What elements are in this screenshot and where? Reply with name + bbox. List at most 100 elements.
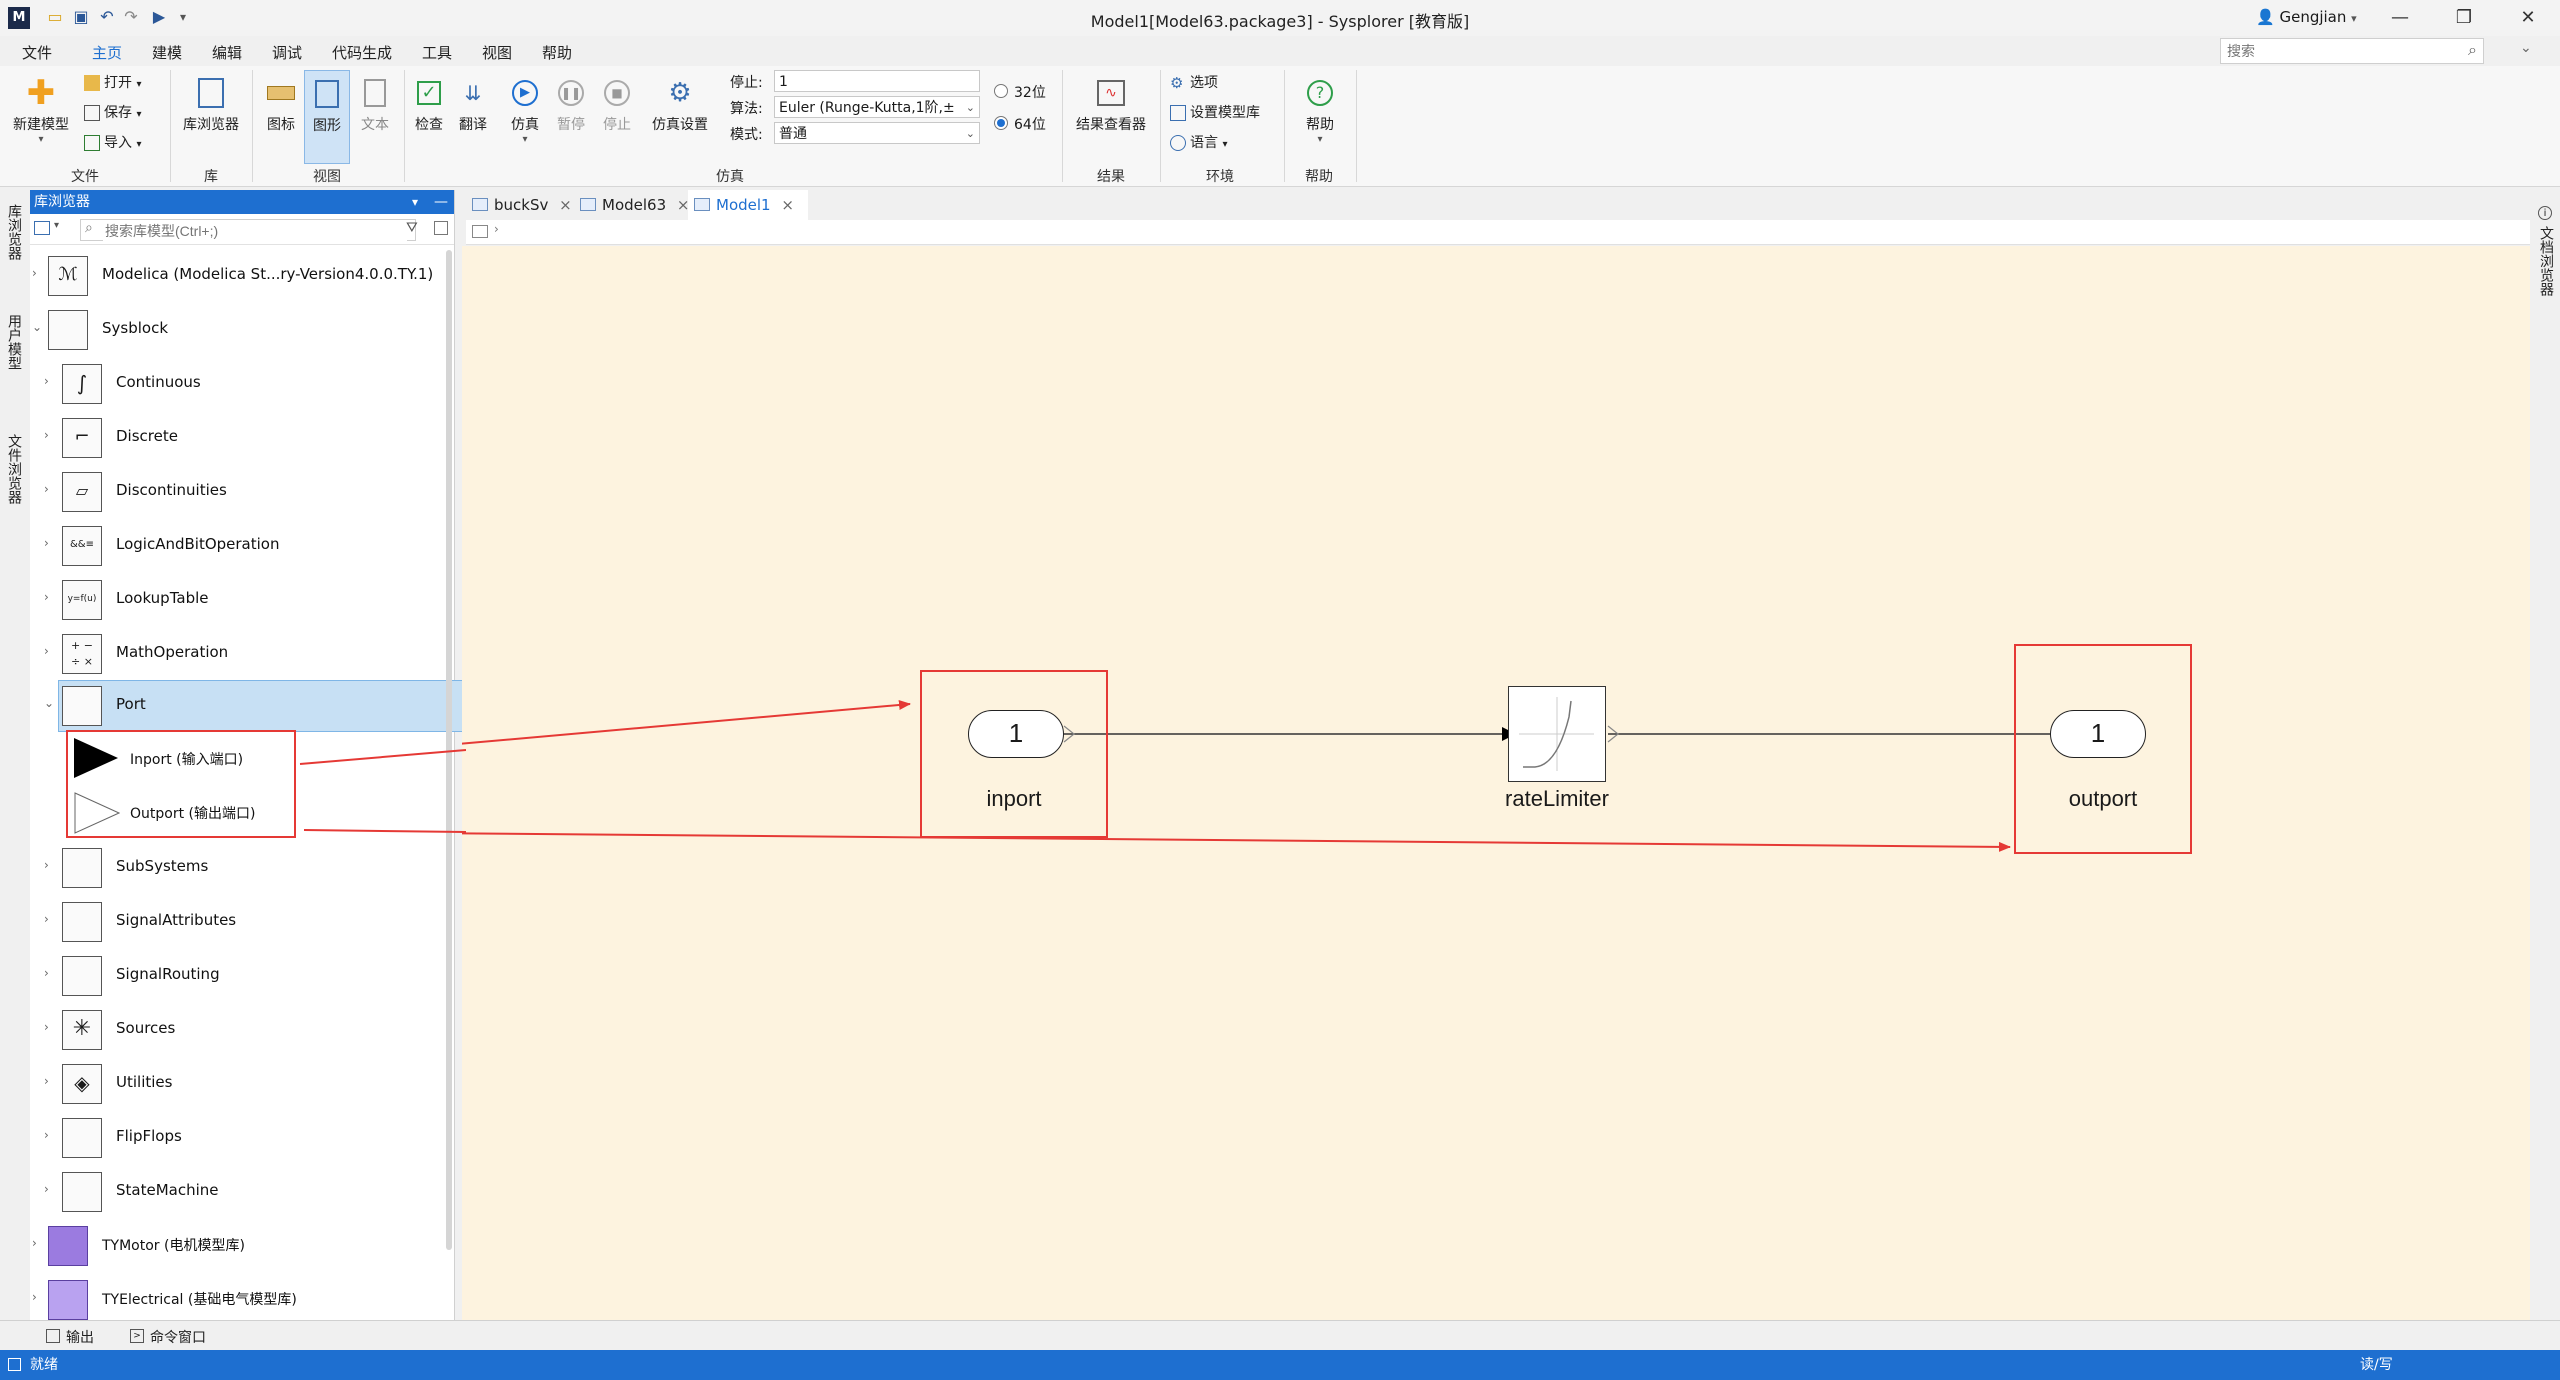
tree-item-sysblock[interactable]: ⌄ Sysblock bbox=[30, 302, 440, 354]
minimize-panel-icon[interactable]: — bbox=[434, 190, 448, 214]
menu-tools[interactable]: 工具 bbox=[422, 42, 452, 63]
language-button[interactable]: 语言 ▾ bbox=[1170, 132, 1227, 154]
menu-modeling[interactable]: 建模 bbox=[152, 42, 182, 63]
expand-arrow-icon[interactable]: › bbox=[44, 374, 49, 388]
annotation-arrow-start bbox=[299, 749, 466, 765]
expand-arrow-icon[interactable]: › bbox=[44, 1020, 49, 1034]
side-tab-file-browser[interactable]: 文件浏览器 bbox=[4, 434, 24, 504]
menu-home[interactable]: 主页 bbox=[87, 42, 127, 69]
expand-arrow-icon[interactable]: › bbox=[44, 858, 49, 872]
model-icon[interactable] bbox=[472, 225, 488, 238]
menu-view[interactable]: 视图 bbox=[482, 42, 512, 63]
minimize-button[interactable]: — bbox=[2370, 0, 2430, 36]
pause-button[interactable]: ❚❚ 暂停 bbox=[550, 76, 592, 134]
library-search-input[interactable] bbox=[103, 221, 407, 241]
expand-arrow-icon[interactable]: › bbox=[32, 1236, 37, 1250]
inport-block[interactable]: 1 bbox=[968, 710, 1064, 758]
side-tab-library-browser[interactable]: 库浏览器 bbox=[4, 204, 24, 260]
expand-arrow-icon[interactable]: › bbox=[32, 266, 37, 280]
menu-debug[interactable]: 调试 bbox=[272, 42, 302, 63]
icon-view-button[interactable]: 图标 bbox=[258, 76, 304, 134]
expand-arrow-icon[interactable]: › bbox=[44, 644, 49, 658]
mode-select[interactable]: 普通 ⌄ bbox=[774, 122, 980, 144]
tab-model63[interactable]: Model63 × bbox=[574, 190, 702, 220]
expand-arrow-icon[interactable]: › bbox=[44, 590, 49, 604]
tree-item-logic[interactable]: › &&≡ LogicAndBitOperation bbox=[30, 518, 440, 570]
tab-close-icon[interactable]: × bbox=[559, 196, 572, 214]
user-menu[interactable]: 👤 Gengjian ▾ bbox=[2256, 8, 2357, 26]
expand-arrow-icon[interactable]: › bbox=[44, 966, 49, 980]
tree-item-flipflops[interactable]: › FlipFlops bbox=[30, 1110, 440, 1162]
menu-help[interactable]: 帮助 bbox=[542, 42, 572, 63]
filter-icon[interactable]: ⛛ bbox=[406, 220, 418, 236]
tree-item-tyelectrical[interactable]: › TYElectrical (基础电气模型库) bbox=[30, 1272, 440, 1324]
tab-close-icon[interactable]: × bbox=[781, 196, 794, 214]
help-button[interactable]: ? 帮助 ▾ bbox=[1290, 76, 1350, 145]
menu-codegen[interactable]: 代码生成 bbox=[332, 42, 392, 63]
outport-block[interactable]: 1 bbox=[2050, 710, 2146, 758]
text-view-button[interactable]: 文本 bbox=[352, 76, 398, 134]
chevron-down-icon[interactable]: ▾ bbox=[412, 190, 418, 214]
open-button[interactable]: 打开 ▾ bbox=[84, 72, 141, 94]
tab-output[interactable]: 输出 bbox=[66, 1327, 94, 1347]
save-button[interactable]: 保存 ▾ bbox=[84, 102, 141, 124]
maximize-button[interactable]: ❐ bbox=[2434, 0, 2494, 36]
expand-arrow-icon[interactable]: › bbox=[32, 1290, 37, 1304]
search-input[interactable] bbox=[2221, 39, 2449, 63]
expand-arrow-icon[interactable]: › bbox=[44, 912, 49, 926]
translate-button[interactable]: ⇊ 翻译 bbox=[452, 76, 494, 134]
side-tab-user-models[interactable]: 用户模型 bbox=[4, 314, 24, 370]
import-button[interactable]: 导入 ▾ bbox=[84, 132, 141, 154]
tree-item-signal-routing[interactable]: › SignalRouting bbox=[30, 948, 440, 1000]
tree-item-port[interactable]: ⌄ Port bbox=[30, 678, 468, 732]
menu-file[interactable]: 文件 bbox=[22, 42, 52, 63]
set-library-button[interactable]: 设置模型库 bbox=[1170, 102, 1260, 124]
bit32-radio[interactable] bbox=[994, 84, 1008, 98]
tree-item-state-machine[interactable]: › StateMachine bbox=[30, 1164, 440, 1216]
tab-command-window[interactable]: 命令窗口 bbox=[150, 1327, 206, 1347]
close-button[interactable]: ✕ bbox=[2498, 0, 2558, 36]
diagram-canvas[interactable]: 1 inport rateLimiter 1 outport bbox=[462, 246, 2530, 1320]
diagram-view-button[interactable]: 图形 bbox=[304, 70, 350, 164]
search-icon[interactable]: ⌕ bbox=[2468, 40, 2477, 60]
expand-arrow-icon[interactable]: › bbox=[44, 428, 49, 442]
ratelimiter-block[interactable] bbox=[1508, 686, 1606, 782]
expand-arrow-icon[interactable]: ⌄ bbox=[44, 696, 54, 710]
library-browser-button[interactable]: 库浏览器 bbox=[176, 76, 246, 134]
tree-item-utilities[interactable]: › ◈ Utilities bbox=[30, 1056, 440, 1108]
tree-item-signal-attributes[interactable]: › SignalAttributes bbox=[30, 894, 440, 946]
tree-item-sources[interactable]: › ✳ Sources bbox=[30, 1002, 440, 1054]
tree-item-tymotor[interactable]: › TYMotor (电机模型库) bbox=[30, 1218, 440, 1270]
side-tab-doc-browser[interactable]: 文档浏览器 bbox=[2536, 226, 2556, 296]
expand-arrow-icon[interactable]: › bbox=[44, 1182, 49, 1196]
expand-arrow-icon[interactable]: › bbox=[44, 1128, 49, 1142]
chevron-down-icon[interactable]: ▾ bbox=[54, 220, 59, 231]
expand-arrow-icon[interactable]: › bbox=[44, 482, 49, 496]
tree-item-discontinuities[interactable]: › ⏥ Discontinuities bbox=[30, 464, 440, 516]
stop-time-input[interactable]: 1 bbox=[774, 70, 980, 92]
tree-item-math-operation[interactable]: › + − ÷ × MathOperation bbox=[30, 626, 440, 678]
new-model-button[interactable]: ✚ 新建模型 ▾ bbox=[6, 76, 76, 145]
expand-arrow-icon[interactable]: ⌄ bbox=[32, 320, 42, 334]
expand-arrow-icon[interactable]: › bbox=[44, 536, 49, 550]
tree-item-continuous[interactable]: › ∫ Continuous bbox=[30, 356, 440, 408]
bit64-radio[interactable] bbox=[994, 116, 1008, 130]
tree-item-discrete[interactable]: › ⌐ Discrete bbox=[30, 410, 440, 462]
collapse-all-icon[interactable] bbox=[434, 221, 448, 235]
check-button[interactable]: ✓ 检查 bbox=[408, 76, 450, 134]
ribbon-collapse-icon[interactable]: ⌄ bbox=[2520, 40, 2532, 56]
tree-item-modelica[interactable]: › ℳ Modelica (Modelica St...ry-Version4.… bbox=[30, 248, 440, 300]
result-viewer-button[interactable]: ∿ 结果查看器 bbox=[1068, 76, 1154, 134]
list-view-icon[interactable] bbox=[34, 221, 50, 235]
expand-arrow-icon[interactable]: › bbox=[44, 1074, 49, 1088]
tab-bucksv[interactable]: buckSv × bbox=[466, 190, 590, 220]
menu-edit[interactable]: 编辑 bbox=[212, 42, 242, 63]
tab-model1[interactable]: Model1 × bbox=[688, 190, 808, 222]
tree-item-lookup-table[interactable]: › y=f(u) LookupTable bbox=[30, 572, 440, 624]
info-icon[interactable]: i bbox=[2538, 206, 2552, 220]
algorithm-select[interactable]: Euler (Runge-Kutta,1阶,± ⌄ bbox=[774, 96, 980, 118]
sim-settings-button[interactable]: ⚙ 仿真设置 bbox=[644, 76, 716, 134]
simulate-button[interactable]: ▶ 仿真 ▾ bbox=[504, 76, 546, 145]
stop-button[interactable]: ■ 停止 bbox=[596, 76, 638, 134]
options-button[interactable]: ⚙ 选项 bbox=[1170, 72, 1218, 94]
